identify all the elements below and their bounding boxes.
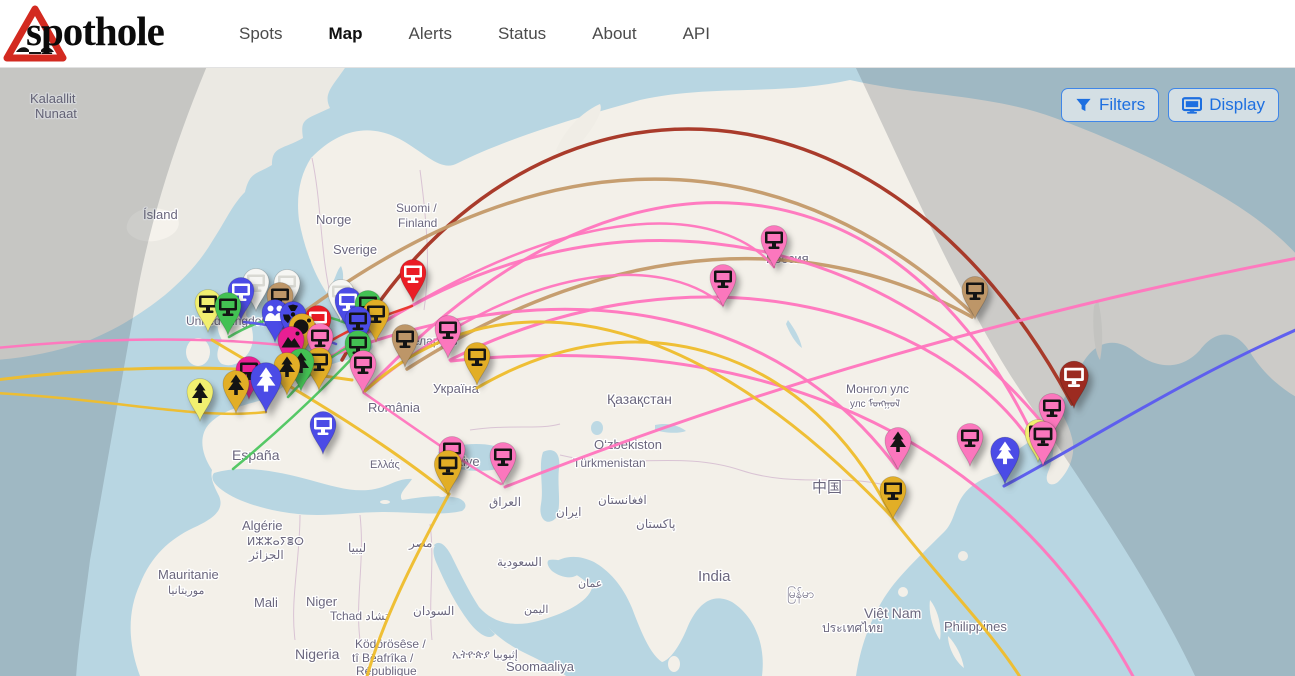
landmass-taiwan bbox=[958, 551, 968, 561]
country-label: Suomi / bbox=[396, 201, 437, 215]
nav-item-map[interactable]: Map bbox=[328, 24, 386, 44]
nav-item-spots[interactable]: Spots bbox=[239, 24, 306, 44]
landmass-crete bbox=[380, 500, 390, 504]
country-label: Қазақстан bbox=[607, 391, 672, 407]
brand-logo[interactable]: spothole bbox=[0, 0, 205, 67]
brand-name: spothole bbox=[26, 7, 164, 55]
country-label: India bbox=[698, 568, 731, 585]
landmass-ireland bbox=[186, 338, 210, 366]
filters-button[interactable]: Filters bbox=[1061, 88, 1159, 122]
country-label: Norge bbox=[316, 212, 351, 227]
top-navigation-bar: spothole Spots Map Alerts Status About API bbox=[0, 0, 1295, 68]
country-label: Ködörösêse / bbox=[355, 637, 426, 651]
country-label: Mauritanie bbox=[158, 567, 219, 582]
landmass-hainan bbox=[898, 587, 908, 597]
nav-item-alerts[interactable]: Alerts bbox=[408, 24, 475, 44]
country-label: Mali bbox=[254, 595, 278, 610]
country-label: Україна bbox=[433, 381, 480, 396]
country-label: ⵍⵣⵣⴰⵢⴻⵔ bbox=[247, 536, 304, 548]
country-label: Ελλάς bbox=[370, 459, 400, 471]
country-label: Finland bbox=[398, 216, 437, 230]
country-label: République bbox=[356, 664, 417, 676]
country-label: اليمن bbox=[524, 604, 548, 616]
nav-item-api[interactable]: API bbox=[683, 24, 734, 44]
nav-item-status[interactable]: Status bbox=[498, 24, 570, 44]
country-label: ليبيا bbox=[348, 541, 366, 555]
filter-funnel-icon bbox=[1075, 97, 1092, 113]
country-label: 中国 bbox=[812, 479, 842, 496]
country-label: العراق bbox=[489, 495, 521, 509]
country-label: Algérie bbox=[242, 518, 282, 533]
display-button[interactable]: Display bbox=[1168, 88, 1279, 122]
country-label: موريتانيا bbox=[168, 585, 204, 597]
main-nav: Spots Map Alerts Status About API bbox=[205, 24, 756, 44]
landmass-sardinia bbox=[313, 455, 321, 467]
country-label: ประเทศไทย bbox=[822, 621, 883, 635]
country-label: افغانستان bbox=[598, 493, 647, 507]
world-map[interactable]: KalaallitNunaatÍslandNorgeSuomi /Finland… bbox=[0, 68, 1295, 676]
landmass-srilanka bbox=[668, 656, 680, 672]
map-canvas[interactable]: KalaallitNunaatÍslandNorgeSuomi /Finland… bbox=[0, 68, 1295, 676]
country-label: Việt Nam bbox=[864, 605, 921, 621]
display-monitor-icon bbox=[1182, 97, 1202, 114]
filters-button-label: Filters bbox=[1099, 95, 1145, 115]
country-label: Niger bbox=[306, 594, 338, 609]
country-label: الجزائر bbox=[248, 548, 284, 562]
country-label: улс ᠮᠣᠩᠭᠣᠯ bbox=[850, 398, 900, 410]
nav-item-about[interactable]: About bbox=[592, 24, 660, 44]
country-label: Tchad تشاد bbox=[330, 609, 388, 623]
country-label: Philippines bbox=[944, 619, 1007, 634]
landmass-sicily bbox=[334, 475, 342, 483]
country-label: Soomaaliya bbox=[506, 659, 575, 674]
country-label: Sverige bbox=[333, 242, 377, 257]
country-label: عمان bbox=[578, 578, 602, 590]
lake-aral bbox=[591, 421, 603, 435]
country-label: ایران bbox=[556, 505, 581, 519]
landmass-cyprus bbox=[438, 493, 446, 497]
country-label: Монгол улс bbox=[846, 382, 909, 396]
display-button-label: Display bbox=[1209, 95, 1265, 115]
country-label: Nigeria bbox=[295, 646, 340, 662]
country-label: tî Bêafrîka / bbox=[352, 651, 414, 665]
country-label: السعودية bbox=[497, 555, 542, 569]
map-controls: Filters Display bbox=[1061, 88, 1279, 122]
country-label: السودان bbox=[413, 604, 454, 618]
country-label: پاکستان bbox=[636, 517, 676, 531]
